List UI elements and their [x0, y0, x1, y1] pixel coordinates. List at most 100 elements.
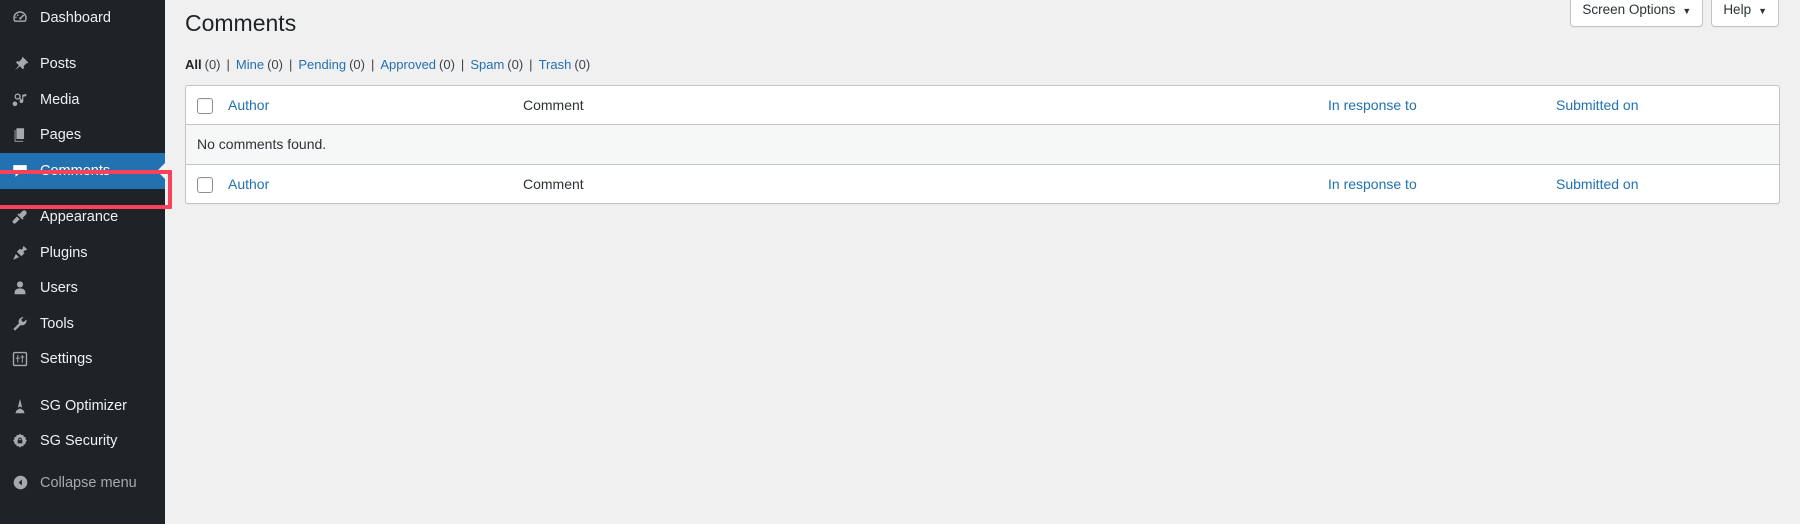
sidebar-item-sg-optimizer[interactable]: SG Optimizer — [0, 388, 165, 424]
media-icon — [9, 90, 31, 110]
column-header-comment-label: Comment — [523, 96, 584, 113]
main-content: Screen Options ▼ Help ▼ Comments All (0)… — [165, 0, 1800, 524]
column-footer-comment-label: Comment — [523, 176, 584, 193]
select-all-checkbox[interactable] — [197, 98, 213, 115]
filter-approved-link[interactable]: Approved — [380, 52, 436, 78]
dashboard-icon — [9, 8, 31, 28]
comment-status-filters: All (0) | Mine (0) | Pending (0) | Appro… — [185, 52, 1780, 78]
column-footer-response-label: In response to — [1328, 176, 1417, 193]
pages-icon — [9, 125, 31, 145]
filter-separator: | — [288, 56, 293, 72]
select-all-header — [186, 86, 228, 126]
filter-separator: | — [529, 56, 533, 72]
filter-separator: | — [226, 56, 230, 72]
filter-pending-link[interactable]: Pending — [298, 52, 346, 78]
table-foot: Author Comment In response to Submitted … — [186, 164, 1779, 203]
collapse-arrow-icon — [9, 473, 31, 493]
wp-admin-screen: Dashboard Posts Media Pages Comments App… — [0, 0, 1800, 524]
sg-security-icon — [9, 431, 31, 451]
filter-separator: | — [370, 56, 375, 72]
filter-approved-count: (0) — [439, 56, 455, 72]
sidebar-item-users[interactable]: Users — [0, 271, 165, 307]
filter-mine-link[interactable]: Mine — [236, 52, 264, 78]
column-header-response[interactable]: In response to — [1319, 86, 1547, 126]
no-items-row: No comments found. — [186, 125, 1779, 165]
column-footer-comment: Comment — [523, 164, 1319, 203]
sidebar-item-label: Appearance — [40, 209, 119, 225]
users-icon — [9, 278, 31, 298]
sidebar-item-label: SG Security — [40, 433, 118, 449]
select-all-checkbox-footer[interactable] — [197, 177, 213, 194]
select-all-footer-header — [186, 164, 228, 203]
table-head: Author Comment In response to Submitted … — [186, 86, 1779, 126]
sidebar-item-tools[interactable]: Tools — [0, 306, 165, 342]
sidebar-item-plugins[interactable]: Plugins — [0, 235, 165, 271]
sidebar-item-posts[interactable]: Posts — [0, 47, 165, 83]
table-footer-row: Author Comment In response to Submitted … — [186, 164, 1779, 203]
sidebar-item-pages[interactable]: Pages — [0, 118, 165, 154]
filter-trash[interactable]: Trash (0) — [539, 52, 591, 78]
collapse-menu-button[interactable]: Collapse menu — [0, 465, 165, 500]
screen-options-label: Screen Options — [1582, 2, 1676, 17]
sidebar-item-label: Comments — [40, 162, 111, 179]
no-comments-message: No comments found. — [186, 125, 1779, 165]
filter-spam-count: (0) — [507, 56, 524, 72]
filter-pending-count: (0) — [349, 56, 365, 72]
appearance-icon — [9, 207, 31, 227]
column-footer-author[interactable]: Author — [228, 164, 523, 203]
sidebar-item-label: Media — [40, 91, 80, 108]
filter-mine[interactable]: Mine (0) | — [236, 52, 298, 78]
sidebar-item-label: Pages — [40, 127, 82, 143]
column-header-response-label: In response to — [1328, 96, 1417, 113]
settings-icon — [9, 349, 31, 369]
sidebar-item-dashboard[interactable]: Dashboard — [0, 0, 165, 36]
filter-separator: | — [460, 56, 465, 72]
help-label: Help — [1723, 2, 1752, 17]
screen-meta-links: Screen Options ▼ Help ▼ — [1570, 0, 1779, 28]
table-body: No comments found. — [186, 125, 1779, 165]
sidebar-item-appearance[interactable]: Appearance — [0, 200, 165, 236]
filter-trash-count: (0) — [574, 56, 591, 72]
filter-all[interactable]: All (0) | — [185, 52, 236, 78]
column-header-author-label: Author — [228, 96, 270, 113]
sidebar-item-label: Tools — [40, 315, 74, 332]
comments-table: Author Comment In response to Submitted … — [185, 84, 1780, 205]
sidebar-item-label: Dashboard — [40, 9, 111, 26]
filter-pending[interactable]: Pending (0) | — [298, 52, 380, 78]
filter-approved[interactable]: Approved (0) | — [380, 52, 470, 78]
chevron-down-icon: ▼ — [1758, 5, 1767, 16]
sg-optimizer-icon — [9, 396, 31, 416]
admin-sidebar: Dashboard Posts Media Pages Comments App… — [0, 0, 172, 524]
collapse-menu-label: Collapse menu — [40, 474, 137, 491]
column-header-author[interactable]: Author — [228, 86, 523, 126]
sidebar-item-settings[interactable]: Settings — [0, 342, 165, 378]
screen-options-button[interactable]: Screen Options ▼ — [1570, 0, 1704, 28]
comments-icon — [9, 161, 31, 181]
column-header-date-label: Submitted on — [1556, 96, 1639, 113]
filter-all-count: (0) — [204, 56, 221, 72]
table-header-row: Author Comment In response to Submitted … — [186, 86, 1779, 126]
filter-spam-link[interactable]: Spam — [470, 52, 504, 78]
page-title: Comments — [185, 10, 297, 36]
column-footer-response[interactable]: In response to — [1319, 164, 1547, 203]
plugins-icon — [9, 243, 31, 263]
column-header-date[interactable]: Submitted on — [1547, 86, 1779, 126]
sidebar-item-label: Settings — [40, 351, 93, 367]
filter-spam[interactable]: Spam (0) | — [470, 52, 538, 78]
column-footer-date[interactable]: Submitted on — [1547, 164, 1779, 203]
filter-all-link[interactable]: All — [185, 52, 202, 78]
filter-mine-count: (0) — [267, 56, 283, 72]
active-pointer-arrow — [157, 162, 165, 179]
filter-trash-link[interactable]: Trash — [539, 52, 572, 78]
sidebar-item-label: SG Optimizer — [40, 397, 128, 414]
column-header-comment: Comment — [523, 86, 1319, 126]
sidebar-item-media[interactable]: Media — [0, 82, 165, 118]
sidebar-item-label: Users — [40, 280, 78, 296]
sidebar-item-comments[interactable]: Comments — [0, 153, 165, 189]
sidebar-item-label: Posts — [40, 56, 77, 72]
column-footer-author-label: Author — [228, 176, 270, 193]
column-footer-date-label: Submitted on — [1556, 176, 1639, 193]
help-button[interactable]: Help ▼ — [1711, 0, 1779, 28]
chevron-down-icon: ▼ — [1682, 5, 1692, 16]
sidebar-item-sg-security[interactable]: SG Security — [0, 424, 165, 460]
